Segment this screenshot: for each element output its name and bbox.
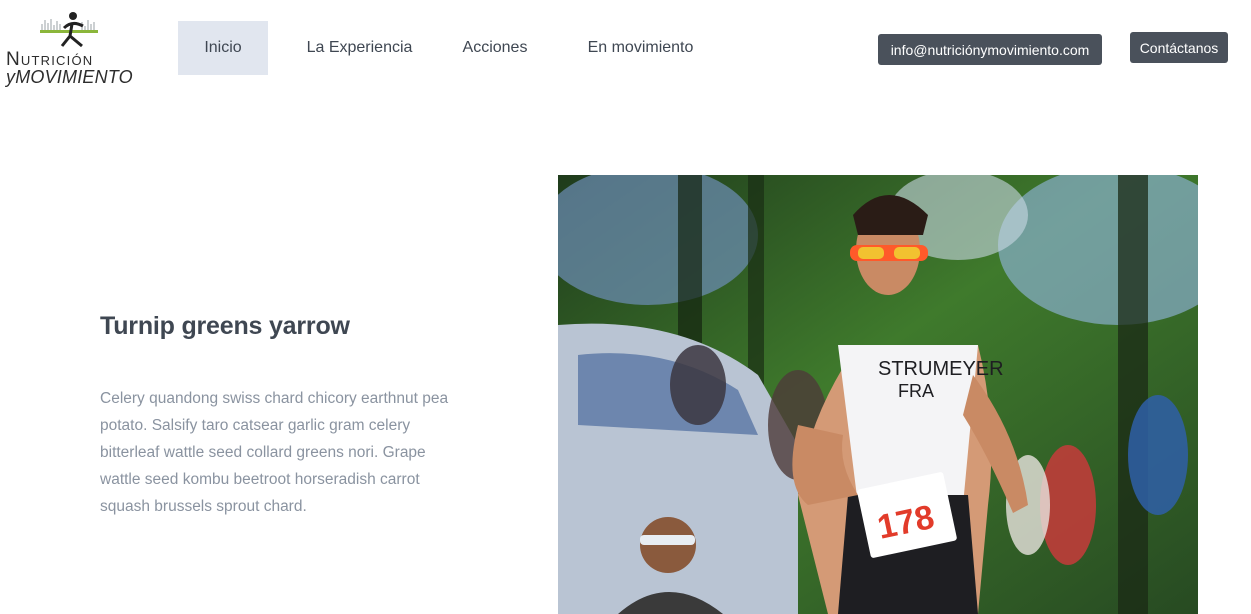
hero-image: STRUMEYER FRA 178 xyxy=(558,175,1198,614)
brand-wordmark: Nutrición yMOVIMIENTO xyxy=(6,50,133,86)
contact-button[interactable]: Contáctanos xyxy=(1130,32,1228,63)
brand-logo[interactable]: Nutrición yMOVIMIENTO xyxy=(4,10,144,88)
nav-item-acciones[interactable]: Acciones xyxy=(451,21,539,75)
nav-item-inicio[interactable]: Inicio xyxy=(178,21,268,75)
main-nav: Inicio La Experiencia Acciones En movimi… xyxy=(178,21,742,75)
triathlete-photo: STRUMEYER FRA 178 xyxy=(558,175,1198,614)
jersey-country: FRA xyxy=(898,381,934,401)
site-header: Nutrición yMOVIMIENTO Inicio La Experien… xyxy=(0,0,1251,96)
hero-title: Turnip greens yarrow xyxy=(100,312,350,340)
runner-logo-icon xyxy=(40,12,98,48)
nav-item-la-experiencia[interactable]: La Experiencia xyxy=(268,21,451,75)
hero-body: Celery quandong swiss chard chicory eart… xyxy=(100,390,449,515)
nav-item-en-movimiento[interactable]: En movimiento xyxy=(539,21,742,75)
page: Nutrición yMOVIMIENTO Inicio La Experien… xyxy=(0,0,1251,614)
email-button[interactable]: info@nutriciónymovimiento.com xyxy=(878,34,1102,65)
brand-name-line2: yMOVIMIENTO xyxy=(6,67,133,87)
jersey-name: STRUMEYER xyxy=(878,358,1004,380)
